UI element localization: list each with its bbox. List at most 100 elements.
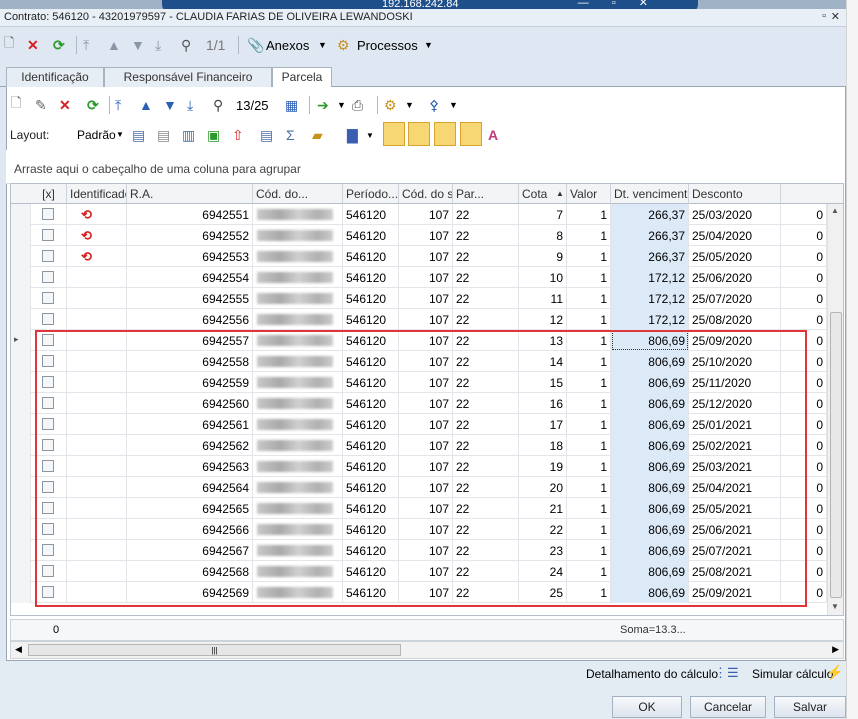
ok-button[interactable]: OK [612, 696, 682, 718]
row-checkbox[interactable] [42, 565, 54, 577]
first-record-icon[interactable]: ⤒ [83, 35, 89, 55]
next-record-icon[interactable]: ▼ [131, 35, 145, 55]
row-checkbox[interactable] [42, 439, 54, 451]
hscroll-thumb[interactable]: ||| [28, 644, 401, 656]
tab-identificacao[interactable]: Identificação [6, 67, 104, 87]
processos-dropdown-icon[interactable]: ▼ [424, 35, 433, 55]
view-button-4[interactable] [460, 122, 482, 146]
refresh-grid-icon[interactable]: ⟳ [87, 95, 99, 115]
row-checkbox[interactable] [42, 313, 54, 325]
column-header-11[interactable]: Desconto [689, 184, 781, 204]
row-checkbox[interactable] [42, 481, 54, 493]
vertical-scrollbar[interactable]: ▲ ▼ [827, 204, 843, 615]
close-icon[interactable]: ✕ [831, 10, 840, 23]
row-checkbox[interactable] [42, 250, 54, 262]
row-checkbox[interactable] [42, 523, 54, 535]
tab-responsavel-financeiro[interactable]: Responsável Financeiro [104, 67, 272, 87]
column-header-6[interactable]: Cód. do s... [399, 184, 453, 204]
first-row-icon[interactable]: ⤒ [115, 95, 121, 115]
export-icon[interactable]: ➔ [317, 95, 329, 115]
table-row[interactable]: 6942567 546120 107 22 23 1 806,69 25/07/2021 0 [11, 540, 827, 561]
form-icon[interactable]: ▤ [260, 125, 273, 145]
table-icon[interactable]: ▥ [182, 125, 195, 145]
filter-dropdown-icon[interactable]: ▼ [449, 95, 458, 115]
sum-icon[interactable]: Σ [286, 125, 295, 145]
column-header-9[interactable]: Valor [567, 184, 611, 204]
save-layout-icon[interactable]: ▣ [207, 125, 220, 145]
column-header-1[interactable] [31, 184, 67, 204]
row-checkbox[interactable] [42, 229, 54, 241]
delete-icon[interactable]: ✕ [27, 35, 39, 55]
scroll-up-icon[interactable]: ▲ [831, 206, 839, 215]
prev-row-icon[interactable]: ▲ [139, 95, 153, 115]
table-row[interactable]: ⟲ 6942552 546120 107 22 8 1 266,37 25/04/2020 0 [11, 225, 827, 246]
table-row[interactable]: 6942563 546120 107 22 19 1 806,69 25/03/2021 0 [11, 456, 827, 477]
print-icon[interactable]: ⎙ [352, 95, 363, 115]
view-button-3[interactable] [434, 122, 456, 146]
row-checkbox[interactable] [42, 334, 54, 346]
row-checkbox[interactable] [42, 502, 54, 514]
columns-icon[interactable]: ▤ [132, 125, 145, 145]
row-checkbox[interactable] [42, 355, 54, 367]
table-row[interactable]: 6942559 546120 107 22 15 1 806,69 25/11/2020 0 [11, 372, 827, 393]
column-header-10[interactable]: Dt. vencimento [611, 184, 689, 204]
anexos-dropdown-icon[interactable]: ▼ [318, 35, 327, 55]
table-row[interactable]: 6942569 546120 107 22 25 1 806,69 25/09/2021 0 [11, 582, 827, 603]
column-header-7[interactable]: Par... [453, 184, 519, 204]
process-dropdown-icon[interactable]: ▼ [405, 95, 414, 115]
group-by-area[interactable]: Arraste aqui o cabeçalho de uma coluna p… [6, 150, 844, 184]
processos-button[interactable]: Processos [357, 35, 418, 55]
next-row-icon[interactable]: ▼ [163, 95, 177, 115]
table-row[interactable]: 6942562 546120 107 22 18 1 806,69 25/02/2021 0 [11, 435, 827, 456]
lightning-icon[interactable]: ⚡ [826, 664, 843, 681]
chart-dropdown-icon[interactable]: ▼ [366, 125, 374, 145]
row-checkbox[interactable] [42, 418, 54, 430]
text-style-icon[interactable]: A [488, 125, 498, 145]
column-header-2[interactable]: Identificador da parcela [67, 184, 127, 204]
upload-icon[interactable]: ⇧ [232, 125, 244, 145]
remote-controls[interactable]: — ▫ ✕ [578, 0, 658, 9]
row-checkbox[interactable] [42, 271, 54, 283]
column-header-4[interactable]: Cód. do... [253, 184, 343, 204]
tab-parcela[interactable]: Parcela [272, 67, 332, 88]
table-row[interactable]: ▸ 6942557 546120 107 22 13 1 806,69 25/09/2020 0 [11, 330, 827, 351]
new-row-icon[interactable]: 🗋 [11, 95, 21, 115]
folder-icon[interactable]: ▰ [312, 125, 323, 145]
table-row[interactable]: 6942566 546120 107 22 22 1 806,69 25/06/2021 0 [11, 519, 827, 540]
delete-row-icon[interactable]: ✕ [59, 95, 71, 115]
table-row[interactable]: 6942555 546120 107 22 11 1 172,12 25/07/2020 0 [11, 288, 827, 309]
find-icon[interactable]: ⚲ [213, 95, 223, 115]
table-row[interactable]: 6942554 546120 107 22 10 1 172,12 25/06/2020 0 [11, 267, 827, 288]
chart-icon[interactable]: ▇ [347, 125, 358, 145]
row-checkbox[interactable] [42, 376, 54, 388]
horizontal-scrollbar[interactable]: ◀ ||| ▶ [10, 641, 844, 659]
scroll-left-icon[interactable]: ◀ [15, 644, 22, 655]
salvar-button[interactable]: Salvar [774, 696, 846, 718]
anexos-button[interactable]: Anexos [266, 35, 309, 55]
scroll-right-icon[interactable]: ▶ [832, 644, 839, 655]
calendar-grid-icon[interactable]: ▦ [285, 95, 298, 115]
row-checkbox[interactable] [42, 586, 54, 598]
edit-icon[interactable]: ✎ [35, 95, 47, 115]
row-checkbox[interactable] [42, 544, 54, 556]
export-dropdown-icon[interactable]: ▼ [337, 95, 346, 115]
table-row[interactable]: 6942568 546120 107 22 24 1 806,69 25/08/2021 0 [11, 561, 827, 582]
layout-dropdown-icon[interactable]: ▼ [116, 130, 124, 139]
view-button-2[interactable] [408, 122, 430, 146]
row-checkbox[interactable] [42, 397, 54, 409]
cancelar-button[interactable]: Cancelar [690, 696, 766, 718]
process-icon[interactable]: ⚙ [384, 95, 397, 115]
binoculars-icon[interactable]: ⚲ [181, 35, 191, 55]
table-row[interactable]: 6942560 546120 107 22 16 1 806,69 25/12/2020 0 [11, 393, 827, 414]
refresh-icon[interactable]: ⟳ [53, 35, 65, 55]
table-row[interactable]: 6942556 546120 107 22 12 1 172,12 25/08/2020 0 [11, 309, 827, 330]
table-row[interactable]: ⟲ 6942553 546120 107 22 9 1 266,37 25/05/2020 0 [11, 246, 827, 267]
detalhamento-link[interactable]: Detalhamento do cálculo [586, 667, 718, 681]
previous-record-icon[interactable]: ▲ [107, 35, 121, 55]
table-row[interactable]: 6942565 546120 107 22 21 1 806,69 25/05/2021 0 [11, 498, 827, 519]
scroll-thumb[interactable] [830, 312, 842, 598]
simular-link[interactable]: Simular cálculo [752, 667, 833, 681]
layout-select[interactable]: Padrão [77, 128, 116, 142]
row-checkbox[interactable] [42, 292, 54, 304]
table-row[interactable]: 6942561 546120 107 22 17 1 806,69 25/01/2021 0 [11, 414, 827, 435]
